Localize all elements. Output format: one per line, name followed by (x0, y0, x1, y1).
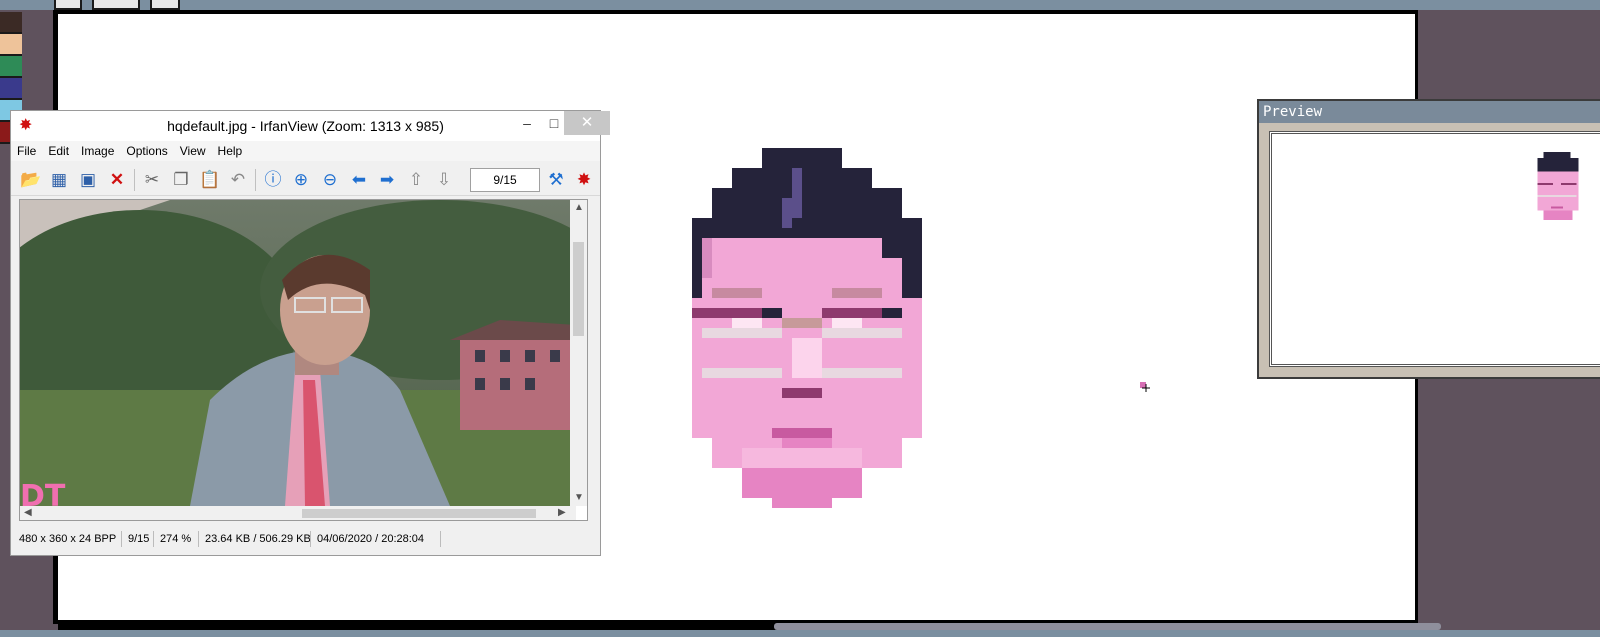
preview-canvas (1269, 131, 1600, 367)
page-down-icon[interactable]: ⇩ (433, 169, 455, 191)
menu-bar: File Edit Image Options View Help (11, 141, 600, 161)
top-toolbar (0, 0, 1600, 10)
vertical-scrollbar[interactable]: ▲ ▼ (570, 200, 587, 506)
status-separator (310, 531, 311, 547)
scrollbar-thumb[interactable] (774, 623, 1441, 630)
toolbar: 📂 ▦ ▣ ✕ ✂ ❐ 📋 ↶ ⓘ ⊕ ⊖ ⬅ ➡ ⇧ ⇩ 9/15 ⚒ ✸ (11, 161, 600, 196)
palette-swatch[interactable] (0, 78, 22, 100)
scroll-right-icon[interactable]: ▶ (558, 507, 566, 518)
status-separator (121, 531, 122, 547)
preview-face-thumbnail (1537, 152, 1579, 221)
open-folder-icon[interactable]: 📂 (20, 169, 42, 191)
toolbar-separator (134, 169, 135, 191)
menu-options[interactable]: Options (120, 141, 173, 158)
copy-icon[interactable]: ❐ (170, 169, 192, 191)
status-dimensions: 480 x 360 x 24 BPP (19, 533, 117, 545)
toolbar-separator (255, 169, 256, 191)
status-file-size: 23.64 KB / 506.29 KB (205, 533, 311, 545)
pixel-art-face (692, 148, 922, 508)
undo-icon[interactable]: ↶ (227, 169, 249, 191)
photo-image: DT (20, 200, 576, 506)
svg-text:DT: DT (20, 479, 66, 506)
status-bar: 480 x 360 x 24 BPP 9/15 274 % 23.64 KB /… (11, 523, 600, 555)
menu-edit[interactable]: Edit (42, 141, 75, 158)
info-icon[interactable]: ⓘ (262, 169, 284, 191)
status-page: 9/15 (128, 533, 150, 545)
window-titlebar[interactable]: ✸ hqdefault.jpg - IrfanView (Zoom: 1313 … (11, 111, 610, 141)
delete-icon[interactable]: ✕ (106, 169, 128, 191)
toolbar-tab[interactable] (54, 0, 82, 10)
menu-file[interactable]: File (11, 141, 42, 158)
close-button[interactable]: ✕ (564, 111, 610, 135)
preview-title: Preview (1259, 101, 1600, 123)
toolbar-tab[interactable] (150, 0, 180, 10)
palette-swatch[interactable] (0, 12, 22, 34)
irfanview-window[interactable]: ✸ hqdefault.jpg - IrfanView (Zoom: 1313 … (10, 110, 610, 556)
palette-swatch[interactable] (0, 56, 22, 78)
scroll-up-icon[interactable]: ▲ (574, 202, 584, 213)
status-datetime: 04/06/2020 / 20:28:04 (317, 533, 425, 545)
status-separator (440, 531, 441, 547)
scroll-left-icon[interactable]: ◀ (24, 507, 32, 518)
settings-icon[interactable]: ⚒ (545, 169, 567, 191)
scrollbar-thumb[interactable] (302, 509, 536, 518)
zoom-out-icon[interactable]: ⊖ (319, 169, 341, 191)
paint-icon[interactable]: ✸ (573, 169, 595, 191)
menu-view[interactable]: View (174, 141, 212, 158)
scroll-down-icon[interactable]: ▼ (574, 492, 584, 503)
next-icon[interactable]: ➡ (376, 169, 398, 191)
paste-icon[interactable]: 📋 (199, 169, 221, 191)
save-icon[interactable]: ▣ (77, 169, 99, 191)
menu-image[interactable]: Image (75, 141, 120, 158)
zoom-in-icon[interactable]: ⊕ (290, 169, 312, 191)
status-separator (153, 531, 154, 547)
prev-icon[interactable]: ⬅ (348, 169, 370, 191)
horizontal-scrollbar[interactable]: ◀ ▶ (20, 506, 576, 520)
status-zoom: 274 % (160, 533, 192, 545)
menu-help[interactable]: Help (212, 141, 249, 158)
crosshair-icon (1140, 382, 1150, 392)
preview-panel[interactable]: Preview (1257, 99, 1600, 379)
thumbnails-icon[interactable]: ▦ (48, 169, 70, 191)
page-counter[interactable]: 9/15 (470, 168, 540, 192)
status-bar (0, 630, 1600, 637)
scrollbar-thumb[interactable] (573, 242, 584, 336)
image-viewport[interactable]: DT ▲ ▼ ◀ ▶ (19, 199, 588, 521)
status-separator (198, 531, 199, 547)
page-up-icon[interactable]: ⇧ (405, 169, 427, 191)
palette-swatch[interactable] (0, 34, 22, 56)
cut-icon[interactable]: ✂ (141, 169, 163, 191)
toolbar-tab[interactable] (92, 0, 140, 10)
